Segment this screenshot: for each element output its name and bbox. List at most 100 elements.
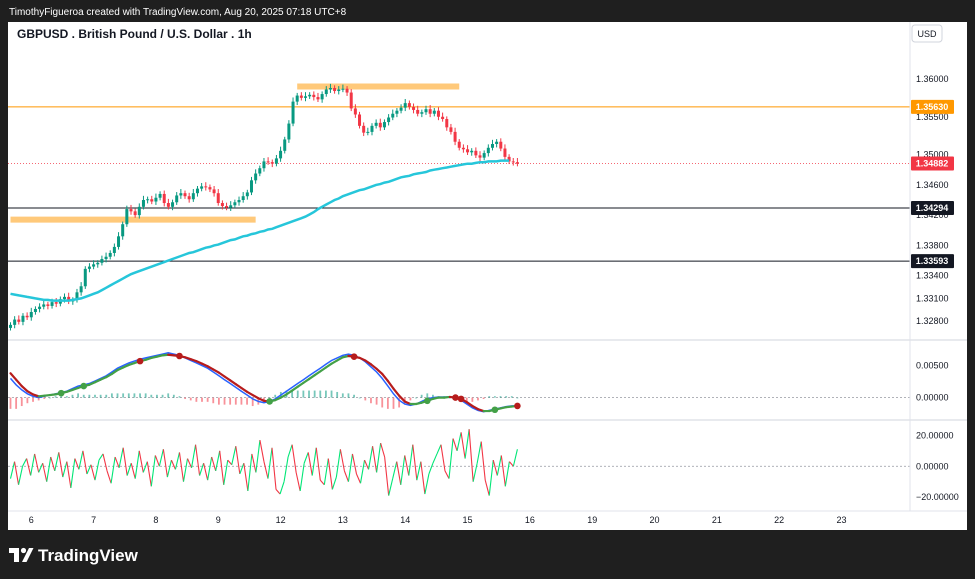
candle-body bbox=[117, 236, 121, 247]
macd-histogram-bar bbox=[415, 397, 417, 399]
candle-body bbox=[436, 110, 440, 117]
macd-histogram-bar bbox=[15, 397, 18, 409]
macd-histogram-bar bbox=[234, 397, 237, 405]
macd-histogram-bar bbox=[178, 396, 181, 398]
macd-histogram-bar bbox=[49, 397, 51, 399]
macd-histogram-bar bbox=[302, 390, 305, 398]
macd-histogram-bar bbox=[358, 397, 361, 399]
macd-histogram-bar bbox=[43, 397, 46, 400]
candle-body bbox=[191, 193, 195, 200]
candle-body bbox=[382, 122, 386, 128]
candle-body bbox=[441, 116, 445, 120]
candle-body bbox=[29, 312, 33, 318]
candle-body bbox=[92, 264, 96, 267]
macd-histogram-bar bbox=[370, 397, 372, 404]
candle-body bbox=[179, 193, 183, 196]
macd-histogram-bar bbox=[510, 396, 513, 398]
candle-body bbox=[25, 315, 29, 318]
candle-body bbox=[341, 88, 345, 90]
candle-body bbox=[499, 141, 503, 149]
macd-histogram-bar bbox=[172, 394, 175, 398]
cross-marker bbox=[80, 382, 88, 390]
macd-tick-label: 0.00000 bbox=[916, 393, 949, 403]
macd-histogram-bar bbox=[336, 391, 339, 398]
macd-histogram-bar bbox=[82, 394, 85, 398]
macd-histogram-bar bbox=[381, 397, 384, 408]
candle-body bbox=[412, 106, 416, 110]
symbol-title[interactable]: GBPUSD . British Pound / U.S. Dollar . 1… bbox=[17, 27, 252, 41]
candle-body bbox=[38, 306, 42, 309]
candle-body bbox=[503, 148, 507, 157]
candle-body bbox=[104, 256, 108, 260]
currency-label[interactable]: USD bbox=[917, 29, 937, 39]
macd-histogram-bar bbox=[139, 393, 141, 398]
candle-body bbox=[449, 127, 453, 132]
candle-body bbox=[416, 109, 420, 114]
candle-body bbox=[486, 147, 490, 154]
candle-body bbox=[328, 88, 332, 90]
candle-body bbox=[283, 139, 287, 151]
candle-body bbox=[212, 189, 216, 194]
macd-histogram-bar bbox=[77, 393, 79, 398]
candle-body bbox=[187, 196, 191, 200]
macd-histogram-bar bbox=[392, 397, 395, 409]
time-tick-label: 7 bbox=[91, 515, 96, 525]
price-tick-label: 1.33800 bbox=[916, 240, 949, 250]
candle-body bbox=[154, 197, 158, 202]
macd-histogram-bar bbox=[71, 394, 74, 398]
macd-histogram-bar bbox=[156, 394, 158, 398]
macd-histogram-bar bbox=[88, 394, 91, 398]
tradingview-brand: TradingView bbox=[38, 546, 139, 565]
candle-body bbox=[112, 246, 116, 253]
candle-body bbox=[83, 268, 87, 287]
candle-body bbox=[432, 110, 436, 114]
credit-text: TimothyFigueroa created with TradingView… bbox=[9, 7, 347, 18]
cross-marker bbox=[423, 397, 431, 405]
osc-tick-label: 0.00000 bbox=[916, 461, 949, 471]
candle-body bbox=[225, 206, 229, 208]
candle-body bbox=[366, 131, 370, 133]
currency-button[interactable]: USD bbox=[911, 24, 943, 43]
cross-marker bbox=[514, 402, 521, 410]
macd-histogram-bar bbox=[161, 394, 164, 398]
candle-body bbox=[407, 103, 411, 107]
macd-histogram-bar bbox=[9, 397, 12, 409]
time-tick-label: 16 bbox=[525, 515, 535, 525]
candle-body bbox=[474, 150, 478, 156]
candle-body bbox=[249, 180, 253, 193]
candle-body bbox=[308, 94, 312, 97]
time-tick-label: 13 bbox=[338, 515, 348, 525]
price-tick-label: 1.34600 bbox=[916, 180, 949, 190]
macd-histogram-bar bbox=[426, 393, 429, 398]
macd-histogram-bar bbox=[347, 393, 350, 398]
candle-body bbox=[137, 206, 141, 216]
time-tick-label: 15 bbox=[463, 515, 473, 525]
candle-body bbox=[146, 199, 150, 201]
candle-body bbox=[374, 122, 378, 126]
candle-body bbox=[121, 224, 125, 237]
level-tag-label: 1.33593 bbox=[916, 256, 949, 266]
macd-histogram-bar bbox=[364, 397, 367, 401]
macd-histogram-bar bbox=[471, 397, 474, 402]
macd-histogram-bar bbox=[353, 394, 355, 398]
candle-body bbox=[237, 200, 241, 203]
candle-body bbox=[461, 147, 465, 150]
candle-body bbox=[378, 122, 382, 128]
macd-histogram-bar bbox=[499, 396, 502, 398]
candle-body bbox=[175, 195, 179, 203]
macd-histogram-bar bbox=[127, 393, 130, 398]
macd-histogram-bar bbox=[32, 397, 34, 402]
macd-histogram-bar bbox=[488, 396, 491, 398]
macd-histogram-bar bbox=[409, 397, 412, 401]
candle-body bbox=[304, 96, 308, 98]
cross-marker bbox=[176, 352, 183, 360]
candle-body bbox=[87, 266, 91, 269]
macd-histogram-bar bbox=[94, 394, 96, 398]
macd-histogram-bar bbox=[296, 390, 299, 398]
macd-histogram-bar bbox=[325, 390, 327, 398]
candle-body bbox=[420, 112, 424, 114]
candle-body bbox=[370, 125, 374, 132]
macd-histogram-bar bbox=[274, 394, 277, 398]
macd-histogram-bar bbox=[20, 397, 23, 407]
candle-body bbox=[274, 158, 278, 164]
